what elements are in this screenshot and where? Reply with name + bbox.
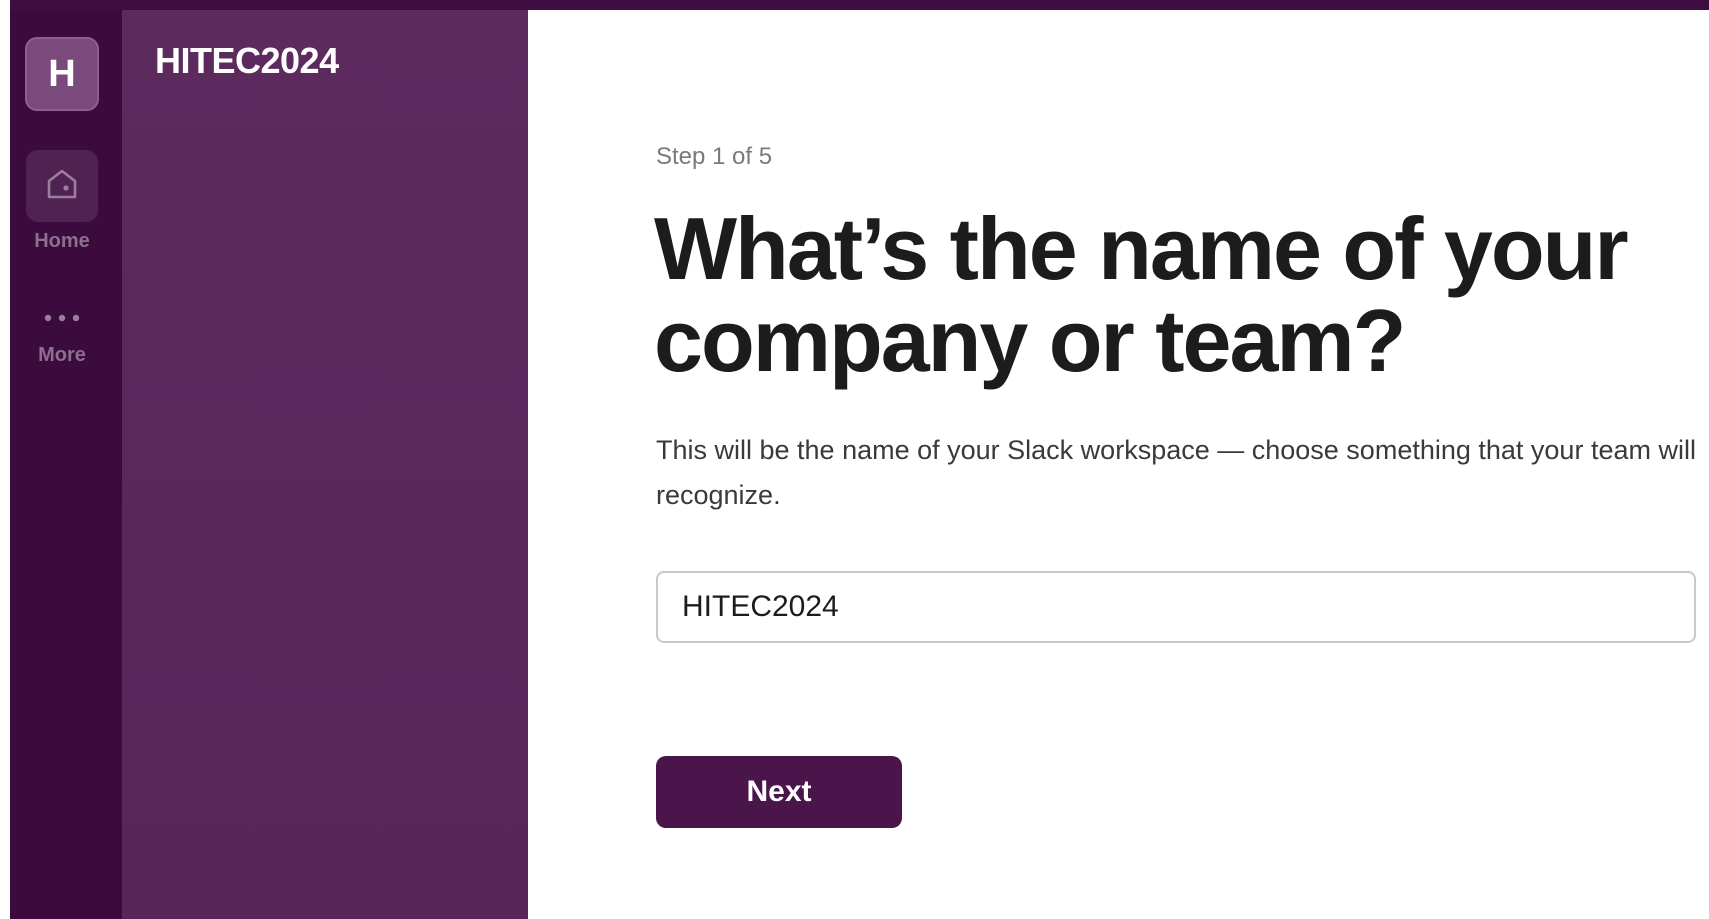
team-name-input[interactable] <box>656 571 1696 643</box>
page-title: What’s the name of your company or team? <box>654 199 1629 390</box>
home-icon <box>45 166 79 207</box>
step-indicator: Step 1 of 5 <box>656 143 773 170</box>
app-window: H Home More HITEC2024 Step 1 of 5 What’s… <box>0 0 1709 919</box>
page-description: This will be the name of your Slack work… <box>656 435 1696 510</box>
workspace-rail: H Home More <box>10 10 122 919</box>
workspace-initial: H <box>48 52 76 95</box>
setup-panel: Step 1 of 5 What’s the name of your comp… <box>528 10 1709 919</box>
top-bar <box>0 0 1709 10</box>
workspace-switcher-button[interactable]: H <box>25 37 99 111</box>
home-label: Home <box>34 230 90 252</box>
workspace-sidebar: HITEC2024 <box>122 10 528 919</box>
rail-home-button[interactable]: Home <box>26 150 98 253</box>
workspace-name[interactable]: HITEC2024 <box>155 40 339 82</box>
rail-more-button[interactable]: More <box>26 300 98 367</box>
more-label: More <box>38 344 86 366</box>
more-icon <box>42 300 82 336</box>
next-button[interactable]: Next <box>656 756 902 828</box>
window-edge <box>0 0 10 919</box>
home-tile[interactable] <box>26 150 98 222</box>
